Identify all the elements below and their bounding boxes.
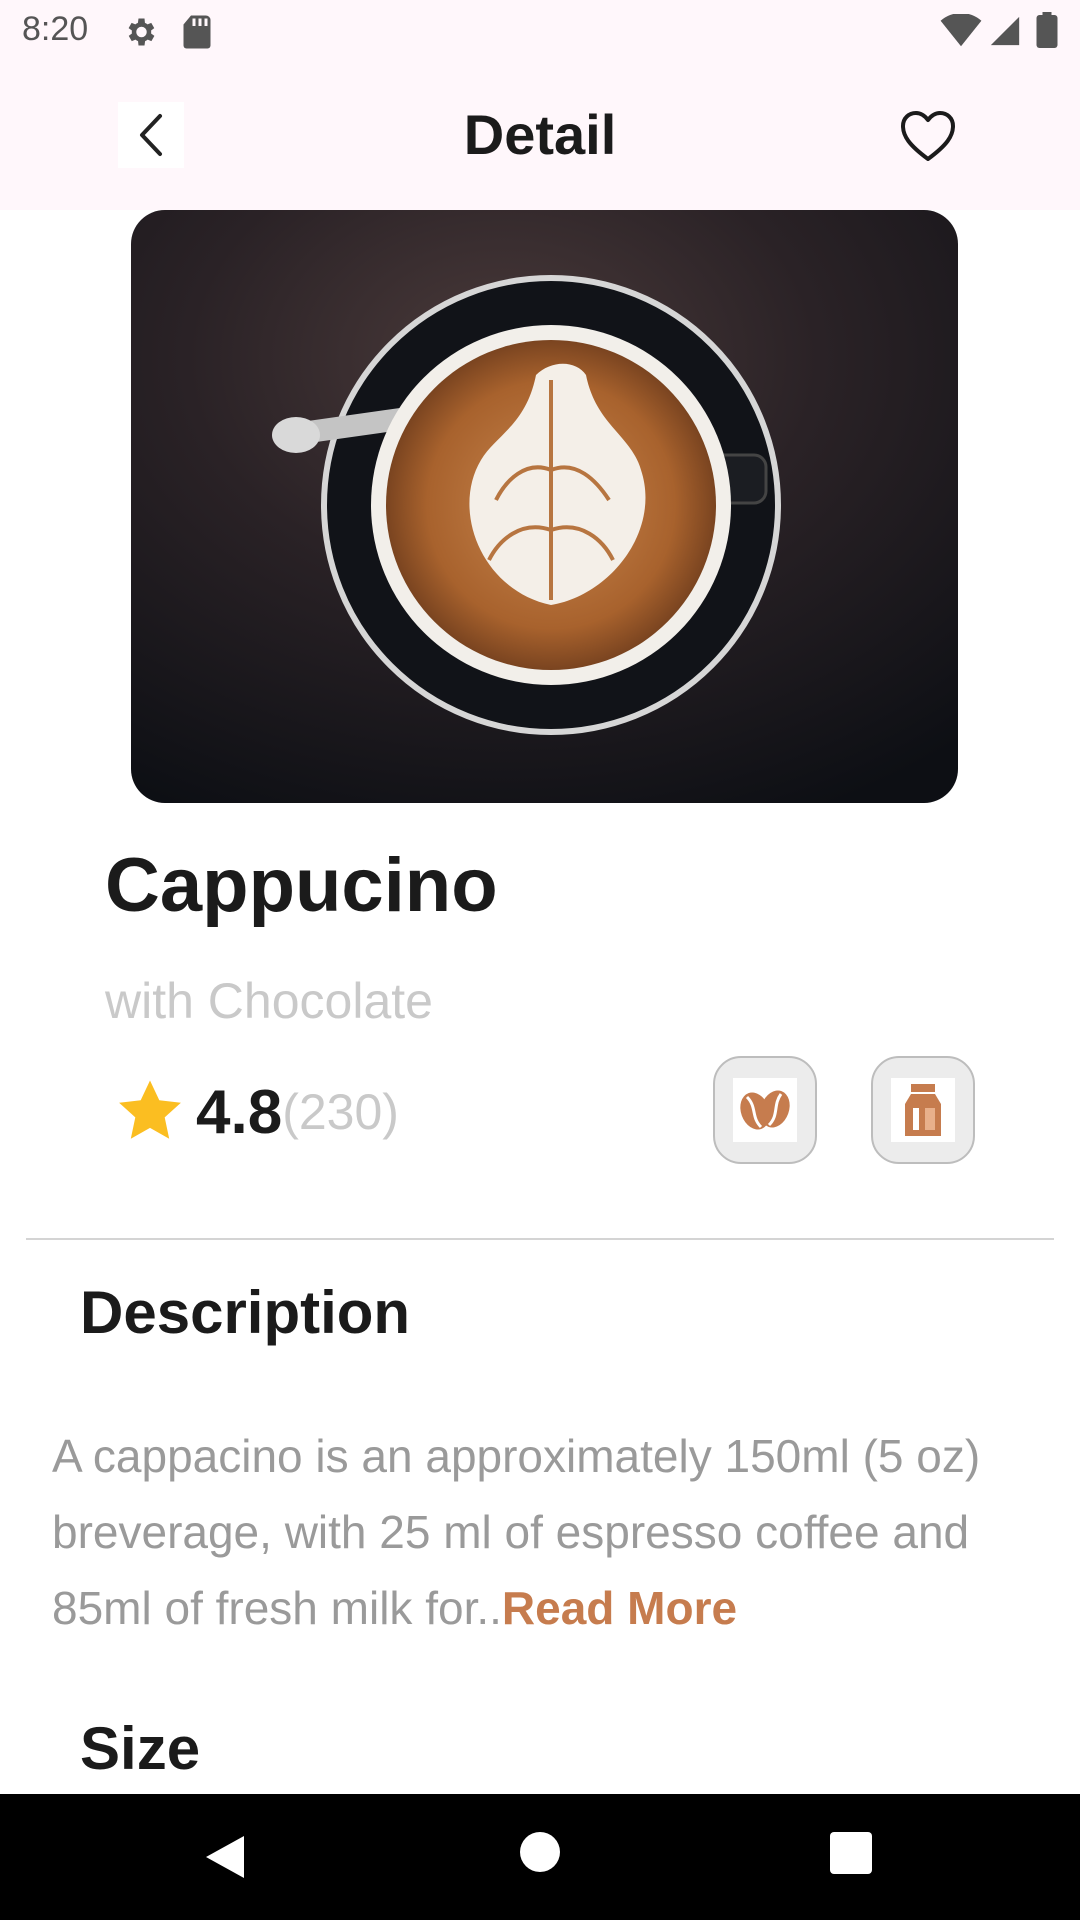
detail-screen: 8:20 Detail Cappucino with Chocolate 4.8… — [0, 0, 1080, 1920]
recents-square-icon[interactable] — [830, 1832, 872, 1874]
rating-count: (230) — [282, 1084, 399, 1140]
milk-button[interactable] — [871, 1056, 975, 1164]
app-bar: Detail — [0, 64, 1080, 210]
signal-icon — [990, 16, 1020, 46]
favorite-button[interactable] — [896, 104, 960, 168]
product-subtitle: with Chocolate — [105, 973, 433, 1029]
home-circle-icon[interactable] — [520, 1832, 560, 1872]
battery-icon — [1036, 12, 1058, 48]
product-image — [131, 210, 958, 803]
wifi-icon — [940, 14, 982, 47]
gear-icon — [128, 18, 155, 46]
coffee-bean-button[interactable] — [713, 1056, 817, 1164]
description-heading: Description — [80, 1279, 411, 1346]
milk-icon — [905, 1084, 941, 1136]
size-heading: Size — [80, 1715, 201, 1782]
product-name: Cappucino — [105, 843, 498, 928]
rating-value: 4.8 — [196, 1077, 283, 1147]
system-nav-bar — [0, 1794, 1080, 1920]
status-bar: 8:20 — [0, 0, 1080, 64]
heart-outline-icon — [901, 111, 955, 161]
sd-card-icon — [183, 15, 211, 49]
back-triangle-icon[interactable] — [200, 1832, 248, 1882]
read-more-link[interactable]: Read More — [502, 1582, 737, 1634]
coffee-bean-icon — [740, 1090, 790, 1130]
star-icon — [119, 1080, 181, 1139]
divider — [26, 1238, 1054, 1240]
status-time: 8:20 — [22, 10, 89, 48]
description-text: A cappacino is an approximately 150ml (5… — [52, 1418, 1052, 1646]
rating-row: 4.8 (230) — [114, 1072, 399, 1152]
cappuccino-photo — [131, 210, 958, 803]
